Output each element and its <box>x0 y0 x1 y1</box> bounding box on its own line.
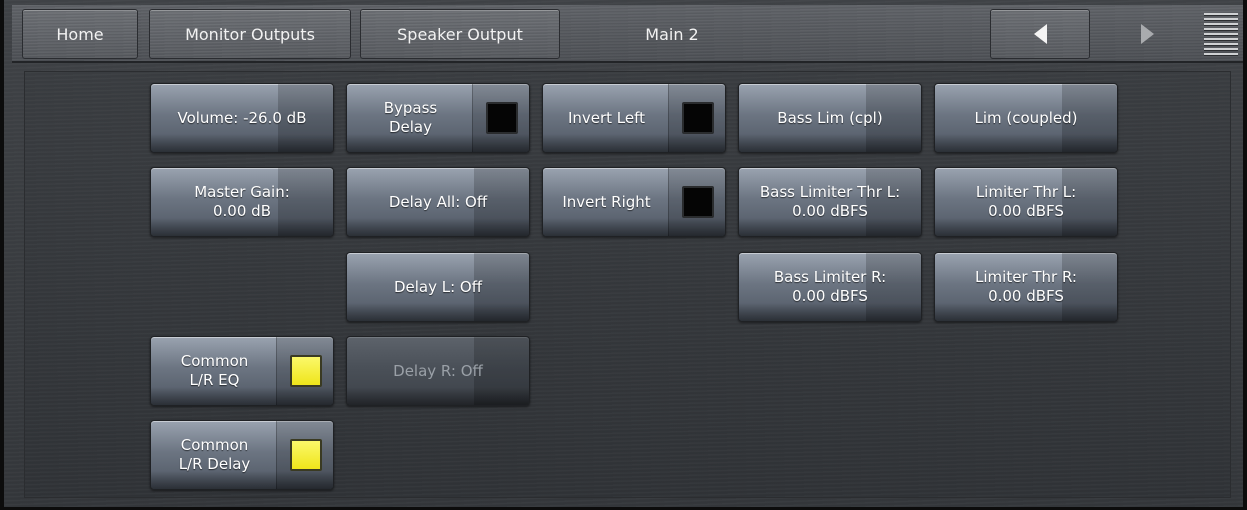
control-panel: Volume: -26.0 dB Master Gain: 0.00 dB Co… <box>24 71 1231 498</box>
bypass-delay-indicator <box>486 102 518 134</box>
bass-lim-label: Bass Lim (cpl) <box>777 108 883 127</box>
lim-label: Lim (coupled) <box>974 108 1078 127</box>
triangle-left-icon <box>1033 24 1047 44</box>
delay-l-label: Delay L: Off <box>393 277 483 296</box>
volume-button[interactable]: Volume: -26.0 dB <box>150 83 334 153</box>
monitor-outputs-tab[interactable]: Monitor Outputs <box>149 9 351 59</box>
invert-right-toggle[interactable]: Invert Right <box>542 167 726 237</box>
common-lr-delay-toggle[interactable]: Common L/R Delay <box>150 420 334 490</box>
home-tab-label: Home <box>56 24 104 44</box>
lim-button[interactable]: Lim (coupled) <box>934 83 1118 153</box>
bass-limiter-r-button[interactable]: Bass Limiter R: 0.00 dBFS <box>738 252 922 322</box>
limiter-thr-r-label: Limiter Thr R: 0.00 dBFS <box>975 268 1077 305</box>
next-page-button[interactable] <box>1102 9 1192 59</box>
limiter-thr-l-button[interactable]: Limiter Thr L: 0.00 dBFS <box>934 167 1118 237</box>
common-lr-eq-toggle[interactable]: Common L/R EQ <box>150 336 334 406</box>
speaker-output-tab[interactable]: Speaker Output <box>360 9 560 59</box>
invert-left-label: Invert Left <box>567 108 646 127</box>
triangle-right-icon <box>1140 24 1154 44</box>
limiter-thr-l-label: Limiter Thr L: 0.00 dBFS <box>975 183 1077 220</box>
invert-left-toggle[interactable]: Invert Left <box>542 83 726 153</box>
speaker-output-tab-label: Speaker Output <box>397 24 523 44</box>
invert-right-indicator <box>682 186 714 218</box>
home-tab[interactable]: Home <box>22 9 138 59</box>
delay-all-button[interactable]: Delay All: Off <box>346 167 530 237</box>
common-lr-delay-label: Common L/R Delay <box>178 436 251 473</box>
top-nav-bar: Home Monitor Outputs Speaker Output Main… <box>12 5 1243 63</box>
bass-limiter-r-label: Bass Limiter R: 0.00 dBFS <box>773 268 887 305</box>
master-gain-label: Master Gain: 0.00 dB <box>194 183 290 220</box>
previous-page-button[interactable] <box>990 9 1090 59</box>
delay-r-label: Delay R: Off <box>393 361 483 380</box>
invert-left-indicator <box>682 102 714 134</box>
bypass-delay-label: Bypass Delay <box>383 99 438 136</box>
bass-limiter-thr-l-label: Bass Limiter Thr L: 0.00 dBFS <box>759 183 901 220</box>
menu-lines-icon[interactable] <box>1204 13 1238 57</box>
monitor-outputs-tab-label: Monitor Outputs <box>185 24 315 44</box>
delay-all-label: Delay All: Off <box>388 192 488 211</box>
current-page-title: Main 2 <box>572 9 772 59</box>
limiter-thr-r-button[interactable]: Limiter Thr R: 0.00 dBFS <box>934 252 1118 322</box>
delay-r-button: Delay R: Off <box>346 336 530 406</box>
bass-lim-button[interactable]: Bass Lim (cpl) <box>738 83 922 153</box>
common-lr-eq-label: Common L/R EQ <box>180 352 249 389</box>
app-window: Home Monitor Outputs Speaker Output Main… <box>0 0 1247 510</box>
bypass-delay-toggle[interactable]: Bypass Delay <box>346 83 530 153</box>
common-lr-delay-indicator <box>290 439 322 471</box>
current-page-label: Main 2 <box>645 24 699 44</box>
common-lr-eq-indicator <box>290 355 322 387</box>
master-gain-button[interactable]: Master Gain: 0.00 dB <box>150 167 334 237</box>
invert-right-label: Invert Right <box>562 192 651 211</box>
bass-limiter-thr-l-button[interactable]: Bass Limiter Thr L: 0.00 dBFS <box>738 167 922 237</box>
volume-label: Volume: -26.0 dB <box>177 108 307 127</box>
delay-l-button[interactable]: Delay L: Off <box>346 252 530 322</box>
